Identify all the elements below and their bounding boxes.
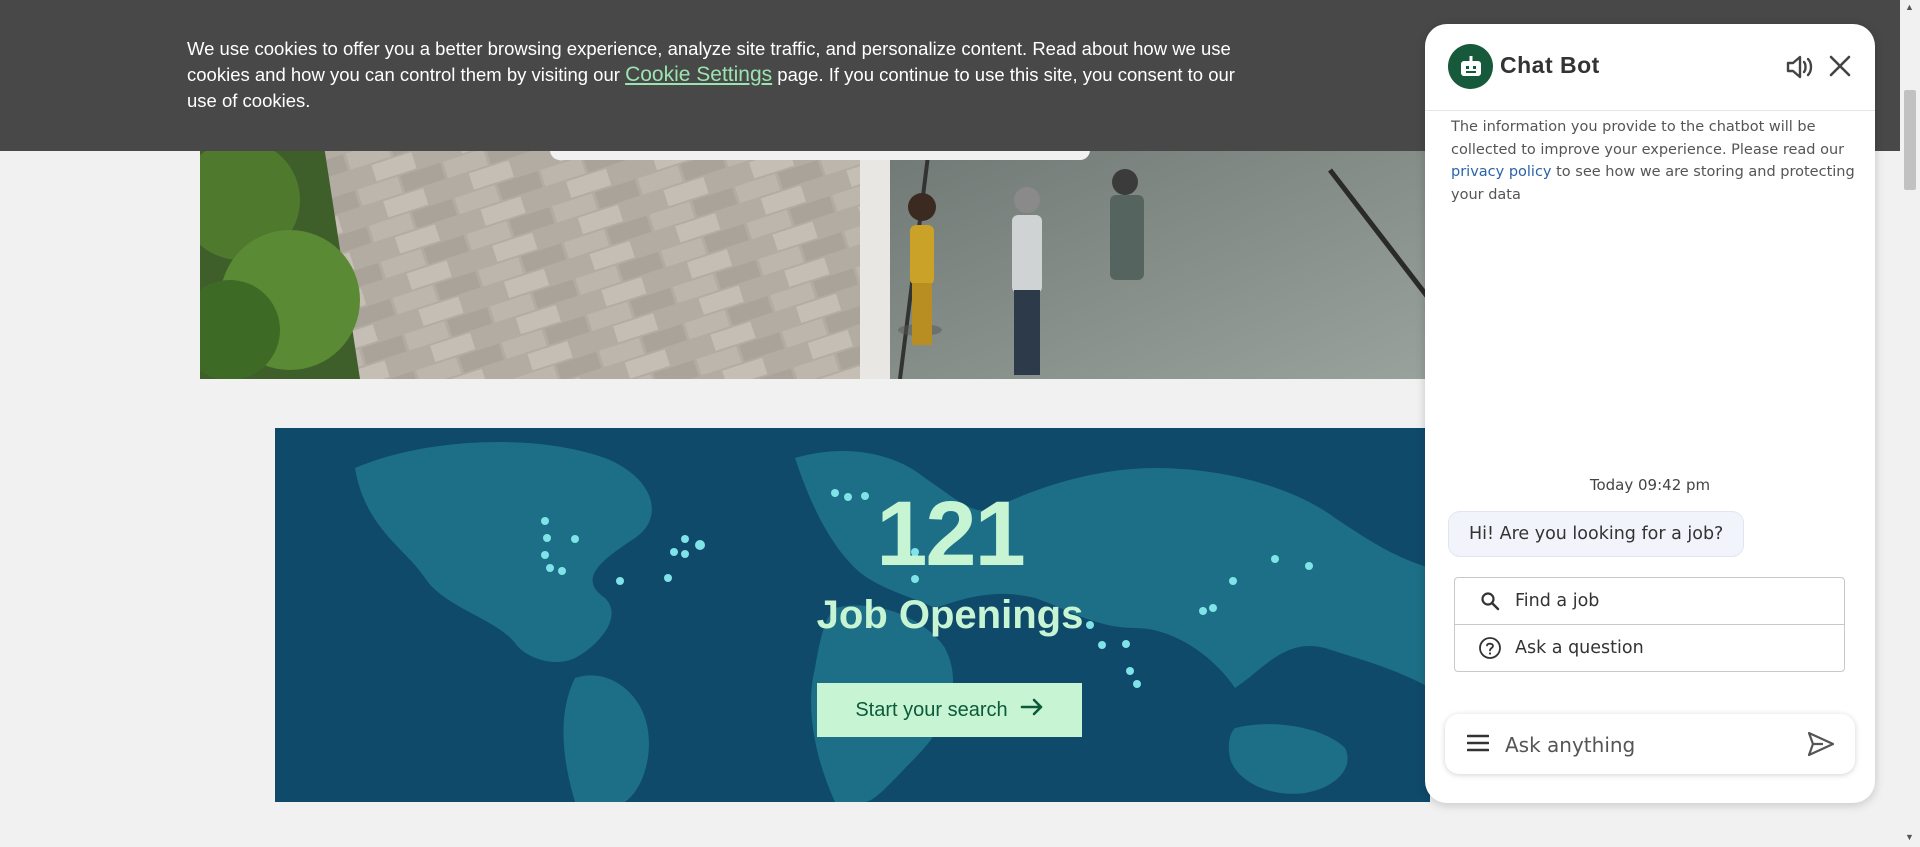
- menu-icon[interactable]: [1466, 733, 1490, 758]
- page-scrollbar[interactable]: ▲ ▼: [1900, 0, 1920, 847]
- ask-question-label: Ask a question: [1515, 638, 1644, 658]
- cookie-text: We use cookies to offer you a better bro…: [187, 36, 1247, 114]
- find-job-option[interactable]: Find a job: [1455, 578, 1844, 625]
- chat-message-input[interactable]: [1503, 726, 1797, 764]
- job-openings-label: Job Openings: [816, 593, 1084, 637]
- chat-header: Chat Bot: [1425, 24, 1875, 111]
- find-job-label: Find a job: [1515, 591, 1600, 611]
- speaker-icon[interactable]: [1785, 54, 1815, 85]
- scrollbar-thumb[interactable]: [1904, 90, 1916, 190]
- bot-message-text: Hi! Are you looking for a job?: [1469, 524, 1724, 544]
- bot-message-bubble: Hi! Are you looking for a job?: [1448, 511, 1745, 557]
- scroll-up-icon[interactable]: ▲: [1905, 2, 1914, 12]
- privacy-policy-link[interactable]: privacy policy: [1451, 164, 1552, 180]
- job-openings-banner: 121 Job Openings Start your search: [275, 428, 1430, 802]
- message-timestamp: Today 09:42 pm: [1589, 476, 1711, 494]
- send-icon[interactable]: [1807, 731, 1835, 762]
- scroll-down-icon[interactable]: ▼: [1905, 832, 1914, 842]
- start-search-label: Start your search: [855, 698, 1008, 721]
- chat-input-bar: [1445, 714, 1855, 774]
- question-circle-icon: [1477, 635, 1503, 661]
- search-icon: [1477, 588, 1503, 614]
- job-count: 121: [876, 483, 1026, 585]
- privacy-disclaimer: The information you provide to the chatb…: [1451, 116, 1856, 206]
- robot-icon: [1448, 44, 1493, 89]
- chat-panel: Chat Bot The information you provide to …: [1425, 24, 1875, 803]
- cookie-settings-link[interactable]: Cookie Settings: [625, 63, 772, 86]
- arrow-right-icon: [1020, 698, 1044, 722]
- quick-reply-options: Find a job Ask a question: [1454, 577, 1845, 672]
- ask-question-option[interactable]: Ask a question: [1455, 625, 1844, 671]
- close-icon[interactable]: [1828, 54, 1852, 83]
- disclaimer-text: The information you provide to the chatb…: [1451, 119, 1845, 158]
- chat-title: Chat Bot: [1500, 52, 1600, 78]
- start-search-button[interactable]: Start your search: [817, 683, 1082, 737]
